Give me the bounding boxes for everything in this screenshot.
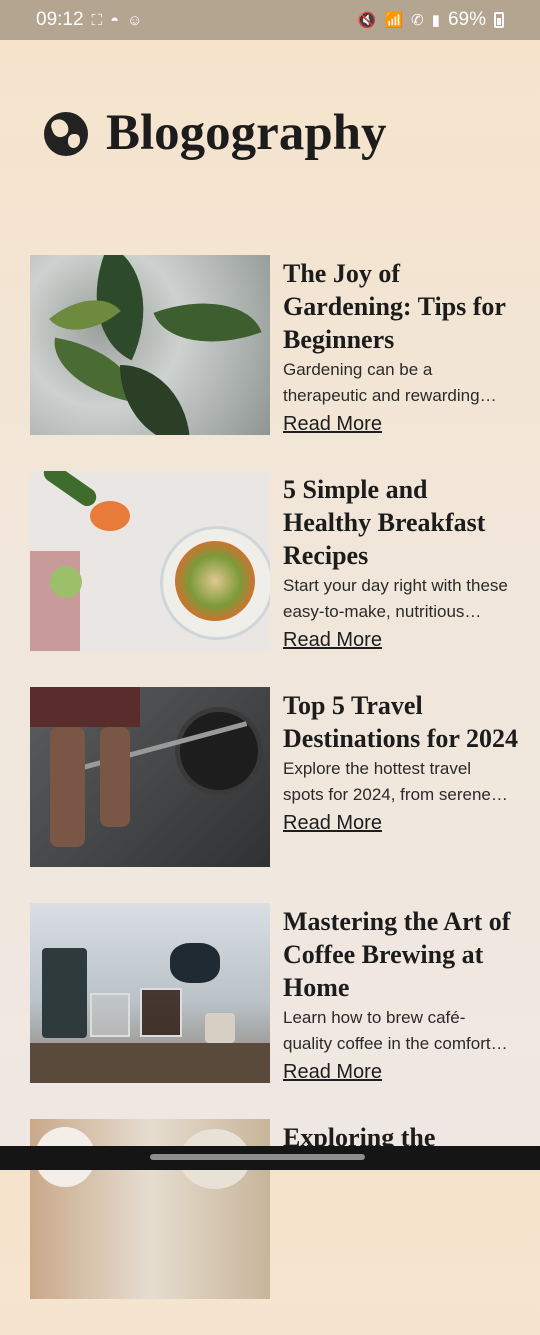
bowl-icon: ◓ bbox=[110, 11, 120, 29]
status-left: 09:12 ⛶ ◓ ☺ bbox=[36, 9, 142, 31]
coffee-brewing-image bbox=[30, 903, 270, 1083]
mute-icon: 🔇 bbox=[357, 11, 377, 29]
breakfast-bowl-image bbox=[30, 471, 270, 651]
post-body: Top 5 Travel Destinations for 2024 Explo… bbox=[283, 687, 518, 867]
post-body: The Joy of Gardening: Tips for Beginners… bbox=[283, 255, 518, 435]
post-excerpt: Learn how to brew café-quality coffee in… bbox=[283, 1008, 510, 1053]
post-card[interactable]: The Joy of Gardening: Tips for Beginners… bbox=[30, 255, 520, 435]
post-title[interactable]: 5 Simple and Healthy Breakfast Recipes bbox=[283, 473, 518, 572]
post-excerpt: Start your day right with these easy-to-… bbox=[283, 576, 508, 621]
post-card[interactable]: Top 5 Travel Destinations for 2024 Explo… bbox=[30, 687, 520, 867]
plant-leaves-image bbox=[30, 255, 270, 435]
call-icon: ✆ bbox=[411, 11, 424, 29]
read-more-link[interactable]: Read More bbox=[283, 629, 382, 652]
post-card[interactable]: 5 Simple and Healthy Breakfast Recipes S… bbox=[30, 471, 520, 651]
post-title[interactable]: Top 5 Travel Destinations for 2024 bbox=[283, 689, 518, 755]
navigation-bar bbox=[0, 1146, 540, 1170]
status-right: 🔇 📶 ✆ ▮ 69% bbox=[358, 9, 504, 31]
read-more-link[interactable]: Read More bbox=[283, 413, 382, 436]
post-title[interactable]: The Joy of Gardening: Tips for Beginners bbox=[283, 257, 518, 356]
globe-icon bbox=[44, 111, 88, 156]
post-list: The Joy of Gardening: Tips for Beginners… bbox=[30, 255, 520, 1335]
barbell-workout-image bbox=[30, 687, 270, 867]
status-bar: 09:12 ⛶ ◓ ☺ 🔇 📶 ✆ ▮ 69% bbox=[0, 0, 540, 40]
read-more-link[interactable]: Read More bbox=[283, 812, 382, 835]
post-excerpt: Explore the hottest travel spots for 202… bbox=[283, 759, 491, 804]
post-card[interactable]: Mastering the Art of Coffee Brewing at H… bbox=[30, 903, 520, 1083]
home-indicator[interactable] bbox=[150, 1154, 365, 1160]
site-header: Blogography bbox=[44, 108, 387, 159]
battery-percent: 69% bbox=[447, 9, 486, 30]
battery-icon bbox=[494, 12, 504, 28]
clock: 09:12 bbox=[36, 9, 84, 30]
face-icon: ☺ bbox=[127, 11, 143, 29]
site-title: Blogography bbox=[106, 105, 387, 161]
post-excerpt: Gardening can be a therapeutic and rewar… bbox=[283, 360, 480, 405]
post-title[interactable]: Mastering the Art of Coffee Brewing at H… bbox=[283, 905, 518, 1004]
screenshot-icon: ⛶ bbox=[91, 11, 103, 29]
post-body: Mastering the Art of Coffee Brewing at H… bbox=[283, 903, 518, 1083]
wifi-icon: 📶 bbox=[384, 11, 404, 29]
signal-icon: ▮ bbox=[431, 11, 440, 29]
read-more-link[interactable]: Read More bbox=[283, 1061, 382, 1084]
post-body: 5 Simple and Healthy Breakfast Recipes S… bbox=[283, 471, 518, 651]
